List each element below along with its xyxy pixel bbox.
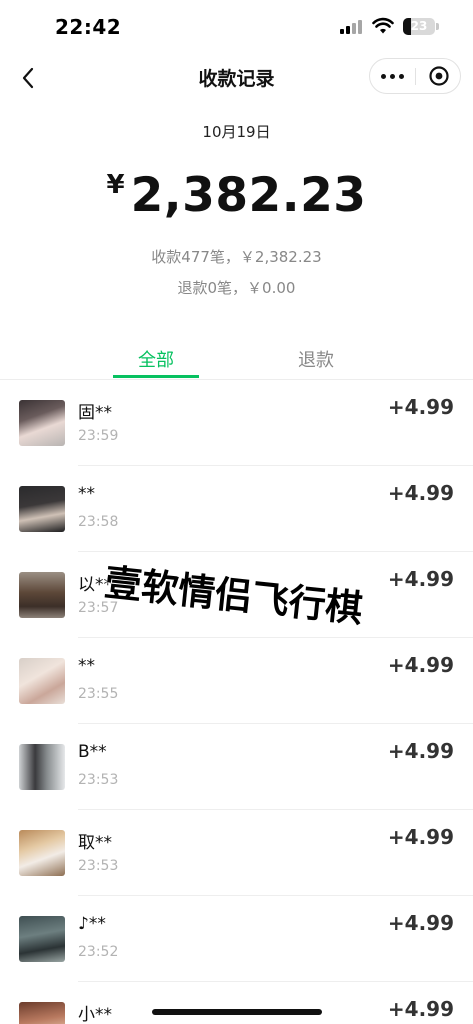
nav-bar: 收款记录 — [0, 56, 473, 100]
transaction-time: 23:58 — [78, 514, 119, 530]
transaction-amount: +4.99 — [387, 739, 454, 763]
transaction-time: 23:52 — [78, 944, 119, 960]
transaction-row[interactable]: ♪** 23:52 +4.99 — [0, 896, 473, 982]
transaction-time: 23:57 — [78, 600, 119, 616]
transaction-row[interactable]: 固** 23:59 +4.99 — [0, 380, 473, 466]
transaction-time: 23:53 — [78, 772, 119, 788]
avatar — [19, 744, 65, 790]
avatar — [19, 1002, 65, 1024]
transaction-amount: +4.99 — [387, 825, 454, 849]
transaction-row[interactable]: ** 23:55 +4.99 — [0, 638, 473, 724]
more-dot — [399, 73, 404, 79]
transaction-amount: +4.99 — [387, 395, 454, 419]
payer-name: ** — [78, 656, 95, 676]
more-dots-icon — [381, 73, 386, 79]
payer-name: B** — [78, 742, 107, 762]
transaction-amount: +4.99 — [387, 911, 454, 935]
avatar — [19, 486, 65, 532]
transaction-amount: +4.99 — [387, 481, 454, 505]
status-time: 22:42 — [55, 15, 122, 39]
avatar — [19, 400, 65, 446]
transaction-amount: +4.99 — [387, 653, 454, 677]
transaction-amount: +4.99 — [387, 997, 454, 1021]
status-bar: 22:42 23 — [0, 0, 473, 56]
more-button[interactable] — [370, 59, 415, 93]
target-close-icon — [428, 66, 449, 86]
transaction-list: 固** 23:59 +4.99 ** 23:58 +4.99 以** 23:57… — [0, 380, 473, 1024]
transaction-row[interactable]: ** 23:58 +4.99 — [0, 466, 473, 552]
tab-bar: 全部 退款 — [0, 340, 473, 380]
payer-name: 固** — [78, 403, 112, 423]
transaction-row[interactable]: 小** +4.99 — [0, 982, 473, 1024]
transaction-row[interactable]: 以** 23:57 +4.99 — [0, 552, 473, 638]
avatar — [19, 658, 65, 704]
more-dot — [390, 73, 395, 79]
payer-name: 以** — [78, 575, 112, 595]
payer-name: 小** — [78, 1005, 112, 1024]
active-tab-indicator — [113, 375, 199, 378]
transaction-time: 23:55 — [78, 686, 119, 702]
close-button[interactable] — [416, 59, 461, 93]
tab-refund[interactable]: 退款 — [266, 346, 366, 372]
battery-level: 23 — [410, 19, 428, 33]
avatar — [19, 830, 65, 876]
payer-name: 取** — [78, 833, 112, 853]
home-indicator[interactable] — [152, 1009, 322, 1015]
currency-symbol: ¥ — [106, 170, 125, 200]
summary-date: 10月19日 — [202, 123, 271, 141]
tab-all[interactable]: 全部 — [106, 346, 206, 372]
total-amount-value: 2,382.23 — [130, 168, 367, 223]
wifi-icon — [372, 17, 394, 34]
avatar — [19, 572, 65, 618]
transaction-amount: +4.99 — [387, 567, 454, 591]
payer-name: ♪** — [78, 914, 106, 934]
transaction-time: 23:59 — [78, 428, 119, 444]
mini-program-capsule — [369, 58, 461, 94]
signal-icon — [340, 20, 364, 34]
transaction-time: 23:53 — [78, 858, 119, 874]
transaction-row[interactable]: 取** 23:53 +4.99 — [0, 810, 473, 896]
battery-icon: 23 — [403, 18, 435, 35]
received-summary: 收款477笔，￥2,382.23 — [151, 248, 322, 266]
battery-nub — [436, 23, 439, 30]
avatar — [19, 916, 65, 962]
refund-summary: 退款0笔，￥0.00 — [177, 279, 296, 297]
total-amount: ¥2,382.23 — [0, 168, 473, 223]
transaction-row[interactable]: B** 23:53 +4.99 — [0, 724, 473, 810]
payer-name: ** — [78, 484, 95, 504]
